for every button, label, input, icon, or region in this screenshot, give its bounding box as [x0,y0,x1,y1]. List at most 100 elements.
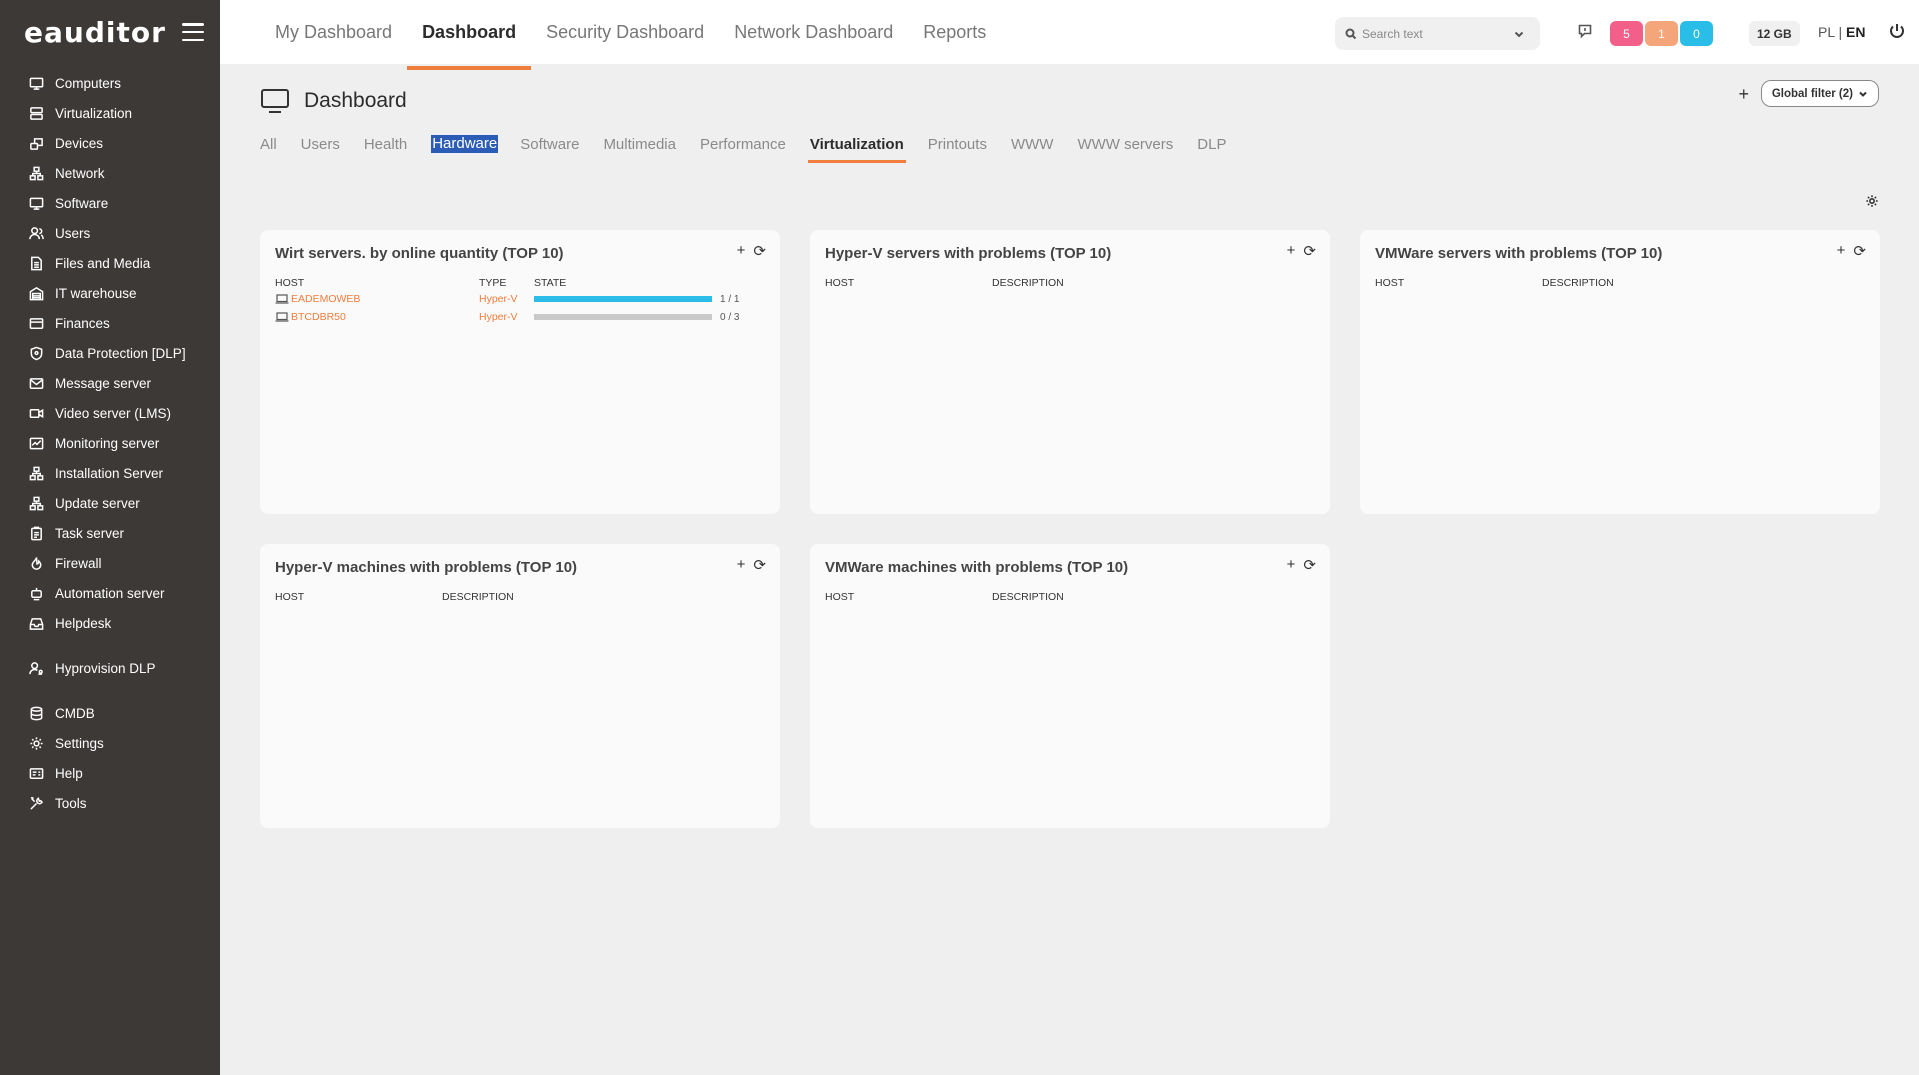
sidebar-item-label: Update server [55,495,140,511]
subtab-dlp[interactable]: DLP [1197,136,1226,158]
message-icon[interactable] [1577,23,1593,39]
subtab-www[interactable]: WWW [1011,136,1053,158]
chevron-down-icon[interactable] [1513,28,1525,40]
host-link[interactable]: EADEMOWEB [275,293,360,305]
sidebar-item-label: Helpdesk [55,615,112,631]
main-content: Dashboard + Global filter (2) All Users … [220,64,1919,1075]
add-widget-button[interactable]: + [1287,556,1296,574]
sidebar-item-label: Data Protection [DLP] [55,345,186,361]
refresh-icon[interactable]: ⟳ [753,556,766,574]
column-header-description: DESCRIPTION [1542,277,1614,289]
card-title: VMWare machines with problems (TOP 10) [825,559,1129,576]
card-hyperv-servers-problems: Hyper-V servers with problems (TOP 10) +… [810,230,1330,514]
user-key-icon [28,660,44,676]
sidebar-item-label: Files and Media [55,255,151,271]
sidebar-item-software[interactable]: Software [0,188,220,218]
card-actions: + ⟳ [1287,556,1316,574]
server-icon [28,105,44,121]
logo-row: eauditor [0,0,220,64]
refresh-icon[interactable]: ⟳ [1853,242,1866,260]
alert-badge-warning[interactable]: 1 [1645,21,1678,46]
host-type: Hyper-V [479,311,518,323]
sidebar-item-settings[interactable]: Settings [0,728,220,758]
host-link[interactable]: BTCDBR50 [275,311,346,323]
card-actions: + ⟳ [1287,242,1316,260]
alert-badge-critical[interactable]: 5 [1610,21,1643,46]
subtab-users[interactable]: Users [301,136,340,158]
add-widget-button[interactable]: + [737,242,746,260]
sidebar-item-message-server[interactable]: Message server [0,368,220,398]
tab-dashboard[interactable]: Dashboard [407,0,532,70]
column-header-host: HOST [825,277,855,289]
sidebar-item-tools[interactable]: Tools [0,788,220,818]
power-icon[interactable] [1888,22,1906,40]
sidebar-item-it-warehouse[interactable]: IT warehouse [0,278,220,308]
sidebar-item-users[interactable]: Users [0,218,220,248]
sidebar-item-hyprovision-dlp[interactable]: Hyprovision DLP [0,653,220,683]
card-title: VMWare servers with problems (TOP 10) [1375,245,1663,262]
card-vmware-servers-problems: VMWare servers with problems (TOP 10) + ⟳… [1360,230,1880,514]
sidebar-item-network[interactable]: Network [0,158,220,188]
search-icon [1345,28,1357,39]
sidebar-item-devices[interactable]: Devices [0,128,220,158]
memory-badge: 12 GB [1749,21,1800,46]
sidebar-item-help[interactable]: Help [0,758,220,788]
users-icon [28,225,44,241]
column-header-state: STATE [534,277,567,289]
add-widget-button[interactable]: + [1287,242,1296,260]
subtab-www-servers[interactable]: WWW servers [1077,136,1173,158]
search-input[interactable]: Search text [1335,17,1540,50]
subtab-software[interactable]: Software [520,136,579,158]
search-placeholder: Search text [1362,26,1423,41]
sidebar-item-video-server[interactable]: Video server (LMS) [0,398,220,428]
refresh-icon[interactable]: ⟳ [1303,556,1316,574]
sidebar-item-update-server[interactable]: Update server [0,488,220,518]
sidebar-item-task-server[interactable]: Task server [0,518,220,548]
alert-badge-info[interactable]: 0 [1680,21,1713,46]
sidebar-item-helpdesk[interactable]: Helpdesk [0,608,220,638]
add-widget-button[interactable]: + [1837,242,1846,260]
monitor-icon [261,89,289,113]
add-filter-button[interactable]: + [1738,84,1749,105]
sidebar-item-computers[interactable]: Computers [0,68,220,98]
sidebar-item-label: Tools [55,795,87,811]
sidebar-item-installation-server[interactable]: Installation Server [0,458,220,488]
lang-en[interactable]: EN [1846,24,1865,40]
app-logo[interactable]: eauditor [24,16,166,49]
devices-icon [28,135,44,151]
nav-separator [0,683,220,698]
sidebar-item-firewall[interactable]: Firewall [0,548,220,578]
subtab-multimedia[interactable]: Multimedia [603,136,676,158]
tab-network-dashboard[interactable]: Network Dashboard [719,0,908,64]
subtab-all[interactable]: All [260,136,277,158]
sidebar-item-dlp[interactable]: Data Protection [DLP] [0,338,220,368]
sidebar-item-automation-server[interactable]: Automation server [0,578,220,608]
subtab-performance[interactable]: Performance [700,136,786,158]
tab-reports[interactable]: Reports [908,0,1001,64]
add-widget-button[interactable]: + [737,556,746,574]
menu-toggle-icon[interactable] [182,23,204,41]
sidebar-item-label: Network [55,165,105,181]
sidebar-item-finances[interactable]: Finances [0,308,220,338]
refresh-icon[interactable]: ⟳ [1303,242,1316,260]
sidebar-item-cmdb[interactable]: CMDB [0,698,220,728]
lang-pl[interactable]: PL [1818,24,1835,40]
sidebar-item-label: Settings [55,735,104,751]
column-header-description: DESCRIPTION [992,591,1064,603]
subtab-hardware[interactable]: Hardware [431,135,499,153]
sidebar-item-files-media[interactable]: Files and Media [0,248,220,278]
tab-my-dashboard[interactable]: My Dashboard [260,0,407,64]
host-name: EADEMOWEB [291,293,361,305]
sidebar-item-label: Finances [55,315,110,331]
sidebar-item-label: Message server [55,375,152,391]
sidebar-item-virtualization[interactable]: Virtualization [0,98,220,128]
subtab-virtualization[interactable]: Virtualization [807,136,906,163]
refresh-icon[interactable]: ⟳ [753,242,766,260]
settings-gear-icon[interactable] [1865,194,1879,208]
subtab-health[interactable]: Health [364,136,407,158]
global-filter-button[interactable]: Global filter (2) [1760,80,1879,107]
card-hyperv-machines-problems: Hyper-V machines with problems (TOP 10) … [260,544,780,828]
sidebar-item-monitoring-server[interactable]: Monitoring server [0,428,220,458]
subtab-printouts[interactable]: Printouts [928,136,987,158]
tab-security-dashboard[interactable]: Security Dashboard [531,0,719,64]
